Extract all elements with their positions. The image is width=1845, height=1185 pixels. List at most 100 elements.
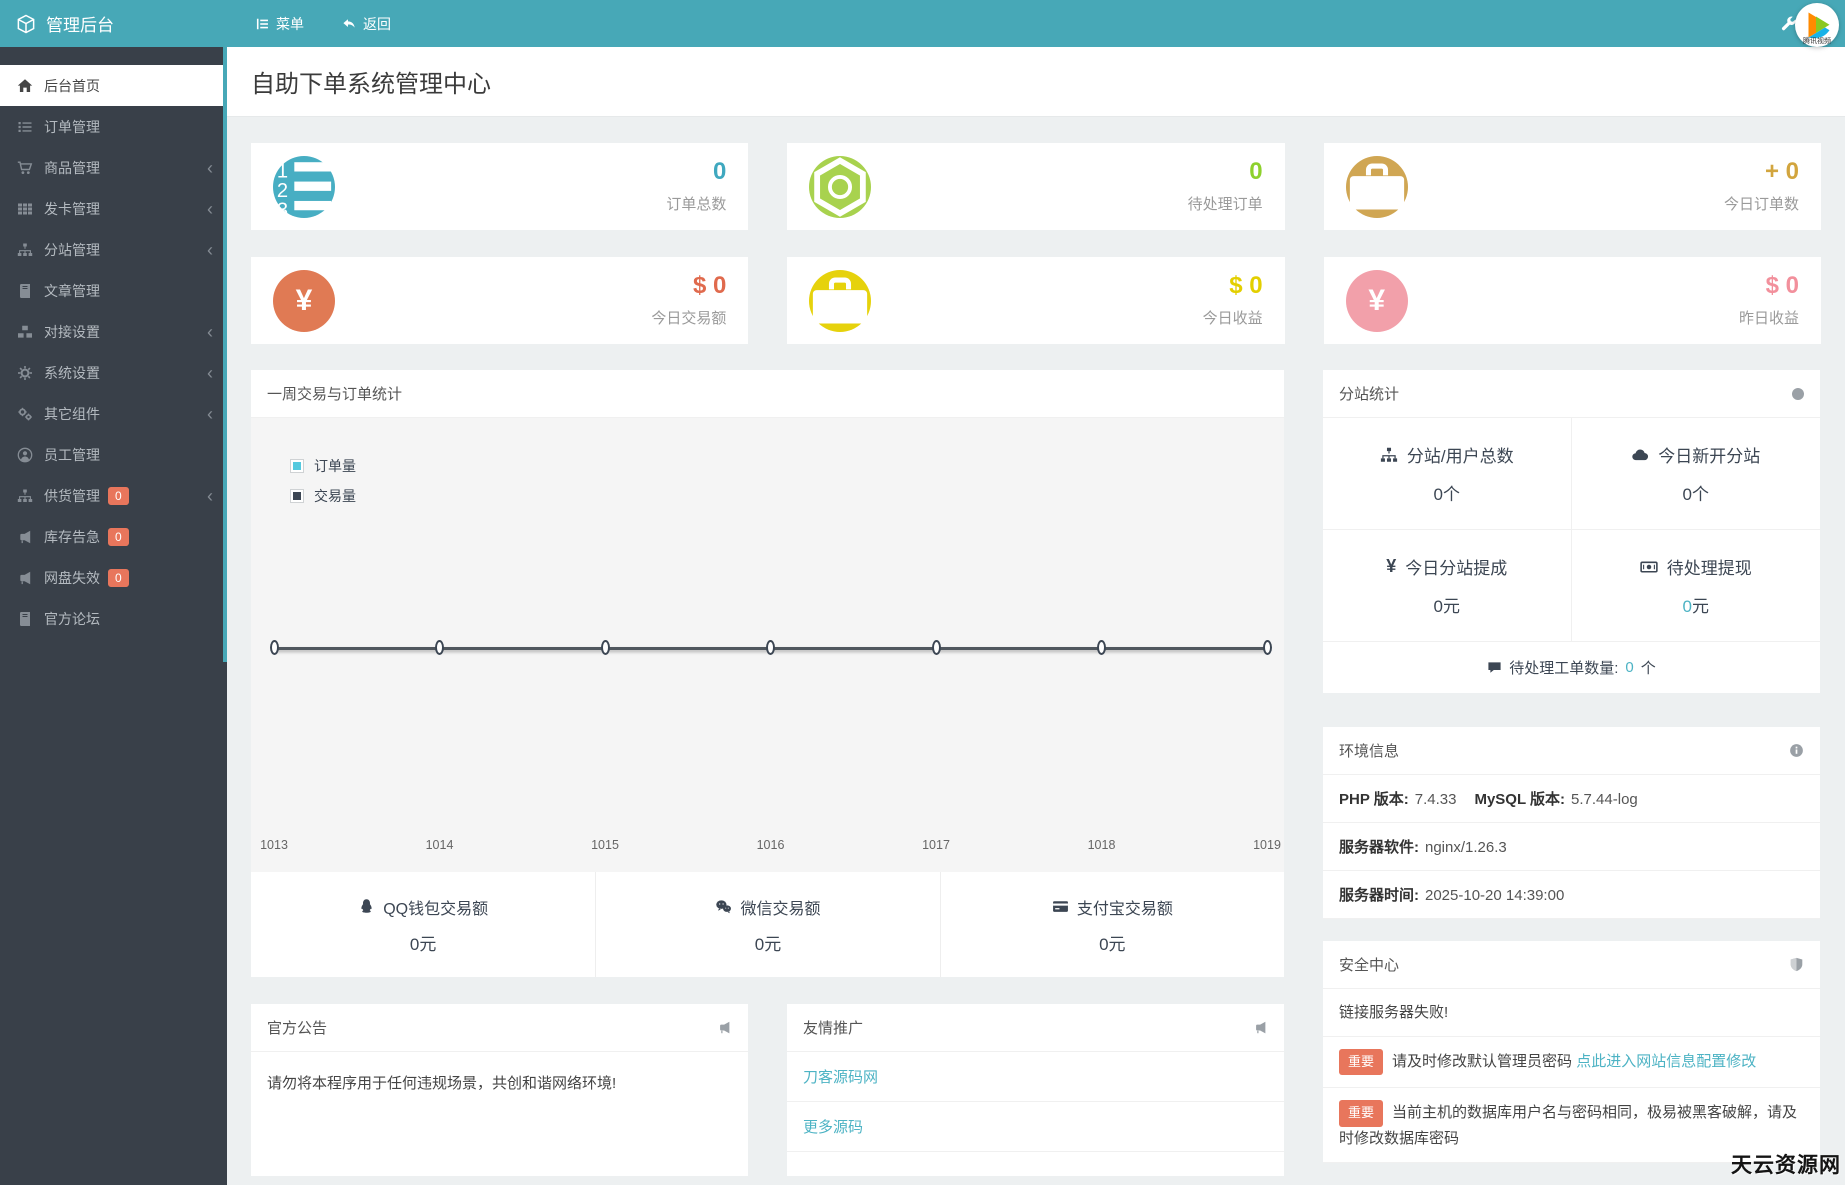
sidebar-item-label: 供货管理	[44, 487, 100, 504]
sidebar-item-supply[interactable]: 供货管理 0 ‹	[0, 475, 227, 516]
friend-link[interactable]: 刀客源码网	[803, 1069, 878, 1086]
circle-icon	[1792, 387, 1804, 400]
security-panel: 安全中心 链接服务器失败! 重要 请及时修改默认管理员密码 点此进入网站信息配置修…	[1323, 941, 1820, 1163]
env-row-versions: PHP 版本: 7.4.33 MySQL 版本: 5.7.44-log	[1323, 775, 1820, 823]
sidebar-item-orders[interactable]: 订单管理	[0, 106, 227, 147]
panel-title: 环境信息	[1339, 743, 1400, 760]
bullhorn-icon	[17, 570, 33, 586]
sidebar-item-stock-alert[interactable]: 库存告急 0	[0, 516, 227, 557]
sidebar-item-netdisk-invalid[interactable]: 网盘失效 0	[0, 557, 227, 598]
substation-cell-new-today: 今日新开分站 0个	[1571, 418, 1820, 530]
legend-item[interactable]: 交易量	[290, 486, 356, 506]
security-line-server: 链接服务器失败!	[1323, 989, 1820, 1038]
important-badge: 重要	[1339, 1049, 1384, 1076]
sidebar-item-label: 订单管理	[44, 118, 100, 135]
legend-label: 订单量	[314, 458, 356, 474]
chart-marker	[931, 640, 941, 655]
payment-stats: QQ钱包交易额 0元 微信交易额 0元 支付宝交易额 0元	[251, 872, 1284, 977]
sitemap-icon	[17, 242, 33, 258]
important-badge: 重要	[1339, 1100, 1384, 1127]
panel-title: 安全中心	[1339, 957, 1400, 974]
cloud-icon	[1631, 446, 1649, 464]
sitemap-icon	[17, 488, 33, 504]
logo-caption: 腾讯视频	[1803, 38, 1831, 45]
briefcase-icon	[1345, 155, 1408, 218]
announcement-panel: 官方公告 请勿将本程序用于任何违规场景，共创和谐网络环境!	[251, 1004, 748, 1176]
sidebar-item-card-mgmt[interactable]: 发卡管理 ‹	[0, 188, 227, 229]
sidebar-item-label: 商品管理	[44, 159, 100, 176]
stat-label: 今日收益	[1202, 309, 1263, 327]
bullhorn-icon	[717, 1020, 732, 1035]
sidebar-item-substations[interactable]: 分站管理 ‹	[0, 229, 227, 270]
pay-value: 0元	[754, 934, 782, 954]
sidebar-item-forum[interactable]: 官方论坛	[0, 598, 227, 639]
chart-marker	[1262, 640, 1272, 655]
friend-link[interactable]: 更多源码	[803, 1119, 863, 1136]
pay-label: QQ钱包交易额	[383, 900, 489, 918]
footer-count: 0	[1625, 659, 1634, 676]
pay-stat-alipay: 支付宝交易额 0元	[939, 872, 1284, 977]
chart-marker	[269, 640, 279, 655]
sidebar-item-articles[interactable]: 文章管理	[0, 270, 227, 311]
x-axis-label: 1013	[260, 838, 288, 852]
pay-value: 0元	[409, 934, 437, 954]
yen-icon: ¥	[1345, 269, 1408, 332]
stat-card-yesterday-profit[interactable]: ¥ $ 0 昨日收益	[1323, 257, 1821, 344]
environment-panel: 环境信息 PHP 版本: 7.4.33 MySQL 版本: 5.7.44-log 服务…	[1323, 727, 1820, 919]
sidebar-item-components[interactable]: 其它组件 ‹	[0, 393, 227, 434]
cell-label: 待处理提现	[1666, 559, 1752, 578]
svg-text:3: 3	[277, 199, 288, 218]
wechat-icon	[715, 898, 732, 915]
sidebar-item-label: 后台首页	[44, 77, 100, 94]
ordered-list-icon: 123	[273, 155, 335, 218]
sidebar-item-products[interactable]: 商品管理 ‹	[0, 147, 227, 188]
sidebar-item-system-settings[interactable]: 系统设置 ‹	[0, 352, 227, 393]
count-badge: 0	[108, 527, 129, 546]
brand[interactable]: 管理后台	[0, 11, 227, 36]
footer-label: 待处理工单数量:	[1509, 660, 1619, 677]
back-button[interactable]: 返回	[342, 14, 391, 34]
credit-card-icon	[1052, 898, 1069, 915]
sidebar-item-staff[interactable]: 员工管理	[0, 434, 227, 475]
sidebar-item-home[interactable]: 后台首页	[0, 65, 227, 106]
menu-toggle[interactable]: 菜单	[255, 14, 304, 34]
home-icon	[17, 78, 33, 94]
stat-card-today-profit[interactable]: $ 0 今日收益	[787, 257, 1285, 344]
book-icon	[17, 611, 33, 627]
security-line-password: 重要 请及时修改默认管理员密码 点此进入网站信息配置修改	[1323, 1037, 1820, 1089]
x-axis-label: 1015	[591, 838, 619, 852]
chevron-left-icon: ‹	[207, 362, 213, 383]
legend-item[interactable]: 订单量	[290, 456, 356, 476]
stat-card-today-orders[interactable]: + 0 今日订单数	[1323, 143, 1821, 230]
stat-card-today-volume[interactable]: ¥ $ 0 今日交易额	[251, 257, 749, 344]
stat-card-total-orders[interactable]: 123 0 订单总数	[251, 143, 749, 230]
chart-marker	[1097, 640, 1106, 655]
pay-label: 微信交易额	[740, 900, 821, 918]
stat-card-pending-orders[interactable]: 0 待处理订单	[787, 143, 1285, 230]
chart-marker	[435, 640, 444, 655]
title-bar: 自助下单系统管理中心	[227, 47, 1845, 117]
legend-swatch-volume	[290, 489, 304, 503]
cell-label: 今日分站提成	[1405, 559, 1508, 578]
cell-label: 今日新开分站	[1658, 447, 1761, 466]
yen-icon: ¥	[273, 269, 335, 332]
panel-title: 一周交易与订单统计	[267, 386, 403, 403]
grid-icon	[17, 201, 33, 217]
sidebar-item-integration[interactable]: 对接设置 ‹	[0, 311, 227, 352]
yen-icon: ¥	[1386, 556, 1397, 576]
info-icon	[1789, 743, 1804, 758]
pay-label: 支付宝交易额	[1076, 900, 1173, 918]
main-area: 自助下单系统管理中心 123 0 订单总数 0 待处理订单 + 0 今日订单数 …	[227, 47, 1845, 1185]
tencent-video-logo[interactable]: 腾讯视频	[1794, 2, 1840, 48]
sidebar-item-label: 文章管理	[44, 282, 100, 299]
stat-value: + 0	[1764, 157, 1799, 185]
stat-value: 0	[1249, 157, 1263, 185]
watermark: 天云资源网	[1731, 1154, 1841, 1177]
x-axis-label: 1017	[922, 838, 950, 852]
page-title: 自助下单系统管理中心	[251, 71, 491, 98]
sidebar-item-label: 官方论坛	[44, 610, 100, 627]
sidebar: 后台首页 订单管理 商品管理 ‹ 发卡管理 ‹ 分站管理 ‹ 文章管理 对接设置…	[0, 47, 227, 1185]
chart-marker	[600, 640, 610, 655]
sidebar-item-label: 其它组件	[44, 405, 100, 422]
config-link[interactable]: 点此进入网站信息配置修改	[1576, 1053, 1756, 1070]
